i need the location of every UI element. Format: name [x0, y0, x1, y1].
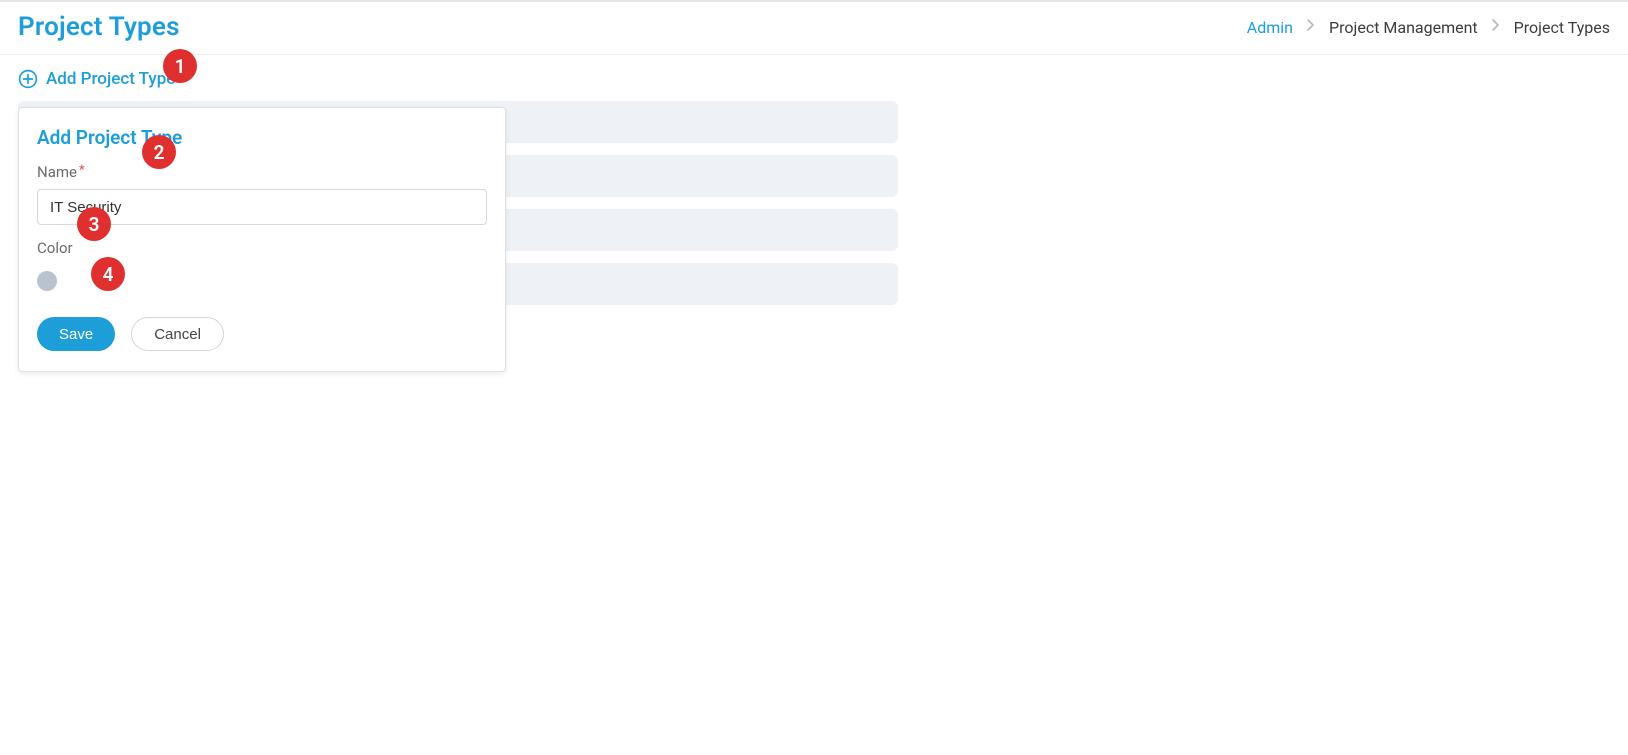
name-label-text: Name — [37, 163, 77, 181]
name-label: Name * — [37, 163, 487, 181]
breadcrumb-admin[interactable]: Admin — [1247, 18, 1293, 37]
card-title: Add Project Type — [37, 126, 487, 149]
chevron-right-icon — [1307, 19, 1315, 35]
step-badge-2: 2 — [142, 135, 176, 169]
chevron-right-icon — [1492, 19, 1500, 35]
add-project-type-label: Add Project Type — [46, 69, 175, 89]
breadcrumb: Admin Project Management Project Types — [1247, 18, 1610, 37]
color-swatch[interactable] — [37, 271, 57, 291]
color-label-text: Color — [37, 239, 73, 257]
required-asterisk-icon: * — [79, 164, 85, 177]
add-project-type-link[interactable]: Add Project Type — [18, 69, 175, 89]
breadcrumb-project-management[interactable]: Project Management — [1329, 18, 1478, 37]
color-label: Color — [37, 239, 487, 257]
plus-circle-icon — [18, 69, 38, 89]
step-badge-3: 3 — [77, 207, 111, 241]
cancel-button[interactable]: Cancel — [131, 317, 224, 351]
breadcrumb-current: Project Types — [1514, 18, 1610, 37]
page-title: Project Types — [18, 12, 180, 42]
page-content: 1 2 3 4 Add Project Type Add Project Typ… — [0, 55, 1628, 535]
step-badge-4: 4 — [91, 257, 125, 291]
page-header: Project Types Admin Project Management P… — [0, 2, 1628, 55]
save-button[interactable]: Save — [37, 317, 115, 351]
step-badge-1: 1 — [163, 49, 197, 83]
